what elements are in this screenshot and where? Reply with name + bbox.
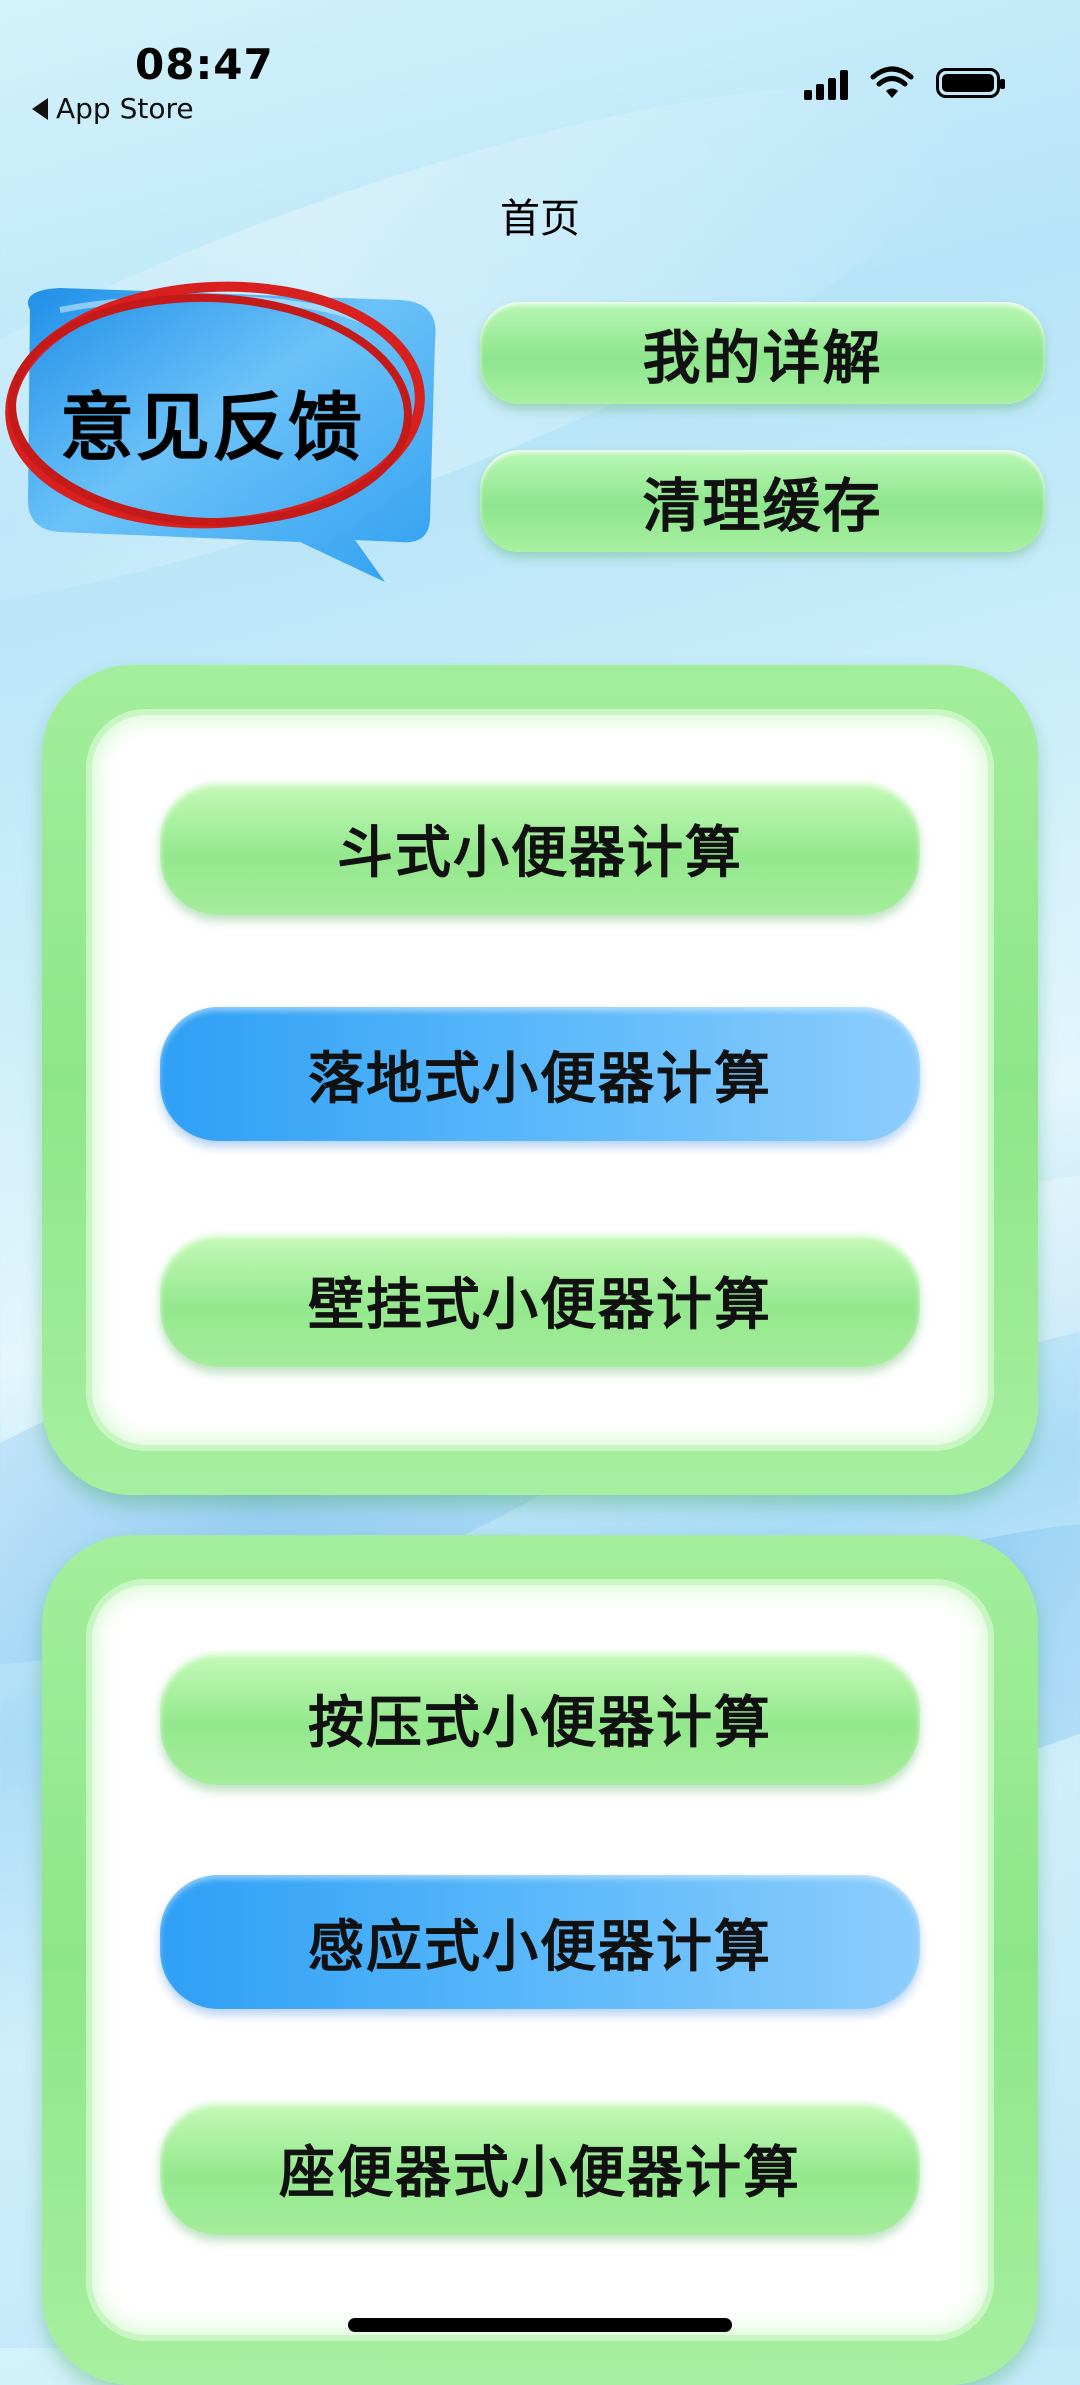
back-label: App Store: [56, 92, 194, 125]
page-title: 首页: [500, 196, 580, 242]
back-to-app-store[interactable]: App Store: [32, 92, 194, 125]
push-urinal-calc-button[interactable]: 按压式小便器计算: [160, 1651, 920, 1785]
wifi-icon: [870, 66, 914, 98]
calculator-panel-2: 按压式小便器计算 感应式小便器计算 座便器式小便器计算: [42, 1535, 1038, 2385]
my-detail-button[interactable]: 我的详解: [480, 302, 1045, 404]
cellular-signal-icon: [804, 66, 848, 100]
back-arrow-icon: [32, 97, 48, 120]
clear-cache-button[interactable]: 清理缓存: [480, 450, 1045, 552]
status-icons: [804, 66, 1005, 100]
wall-hung-urinal-calc-button[interactable]: 壁挂式小便器计算: [160, 1233, 920, 1367]
bucket-urinal-calc-button[interactable]: 斗式小便器计算: [160, 781, 920, 915]
feedback-button[interactable]: 意见反馈: [0, 270, 440, 600]
floor-urinal-calc-button[interactable]: 落地式小便器计算: [160, 1007, 920, 1141]
status-time: 08:47: [135, 40, 274, 89]
sensor-urinal-calc-button[interactable]: 感应式小便器计算: [160, 1875, 920, 2009]
toilet-style-urinal-calc-button[interactable]: 座便器式小便器计算: [160, 2101, 920, 2235]
home-indicator[interactable]: [348, 2318, 732, 2332]
feedback-label: 意见反馈: [60, 385, 364, 471]
calculator-panel-1: 斗式小便器计算 落地式小便器计算 壁挂式小便器计算: [42, 665, 1038, 1495]
battery-icon: [936, 68, 1005, 98]
